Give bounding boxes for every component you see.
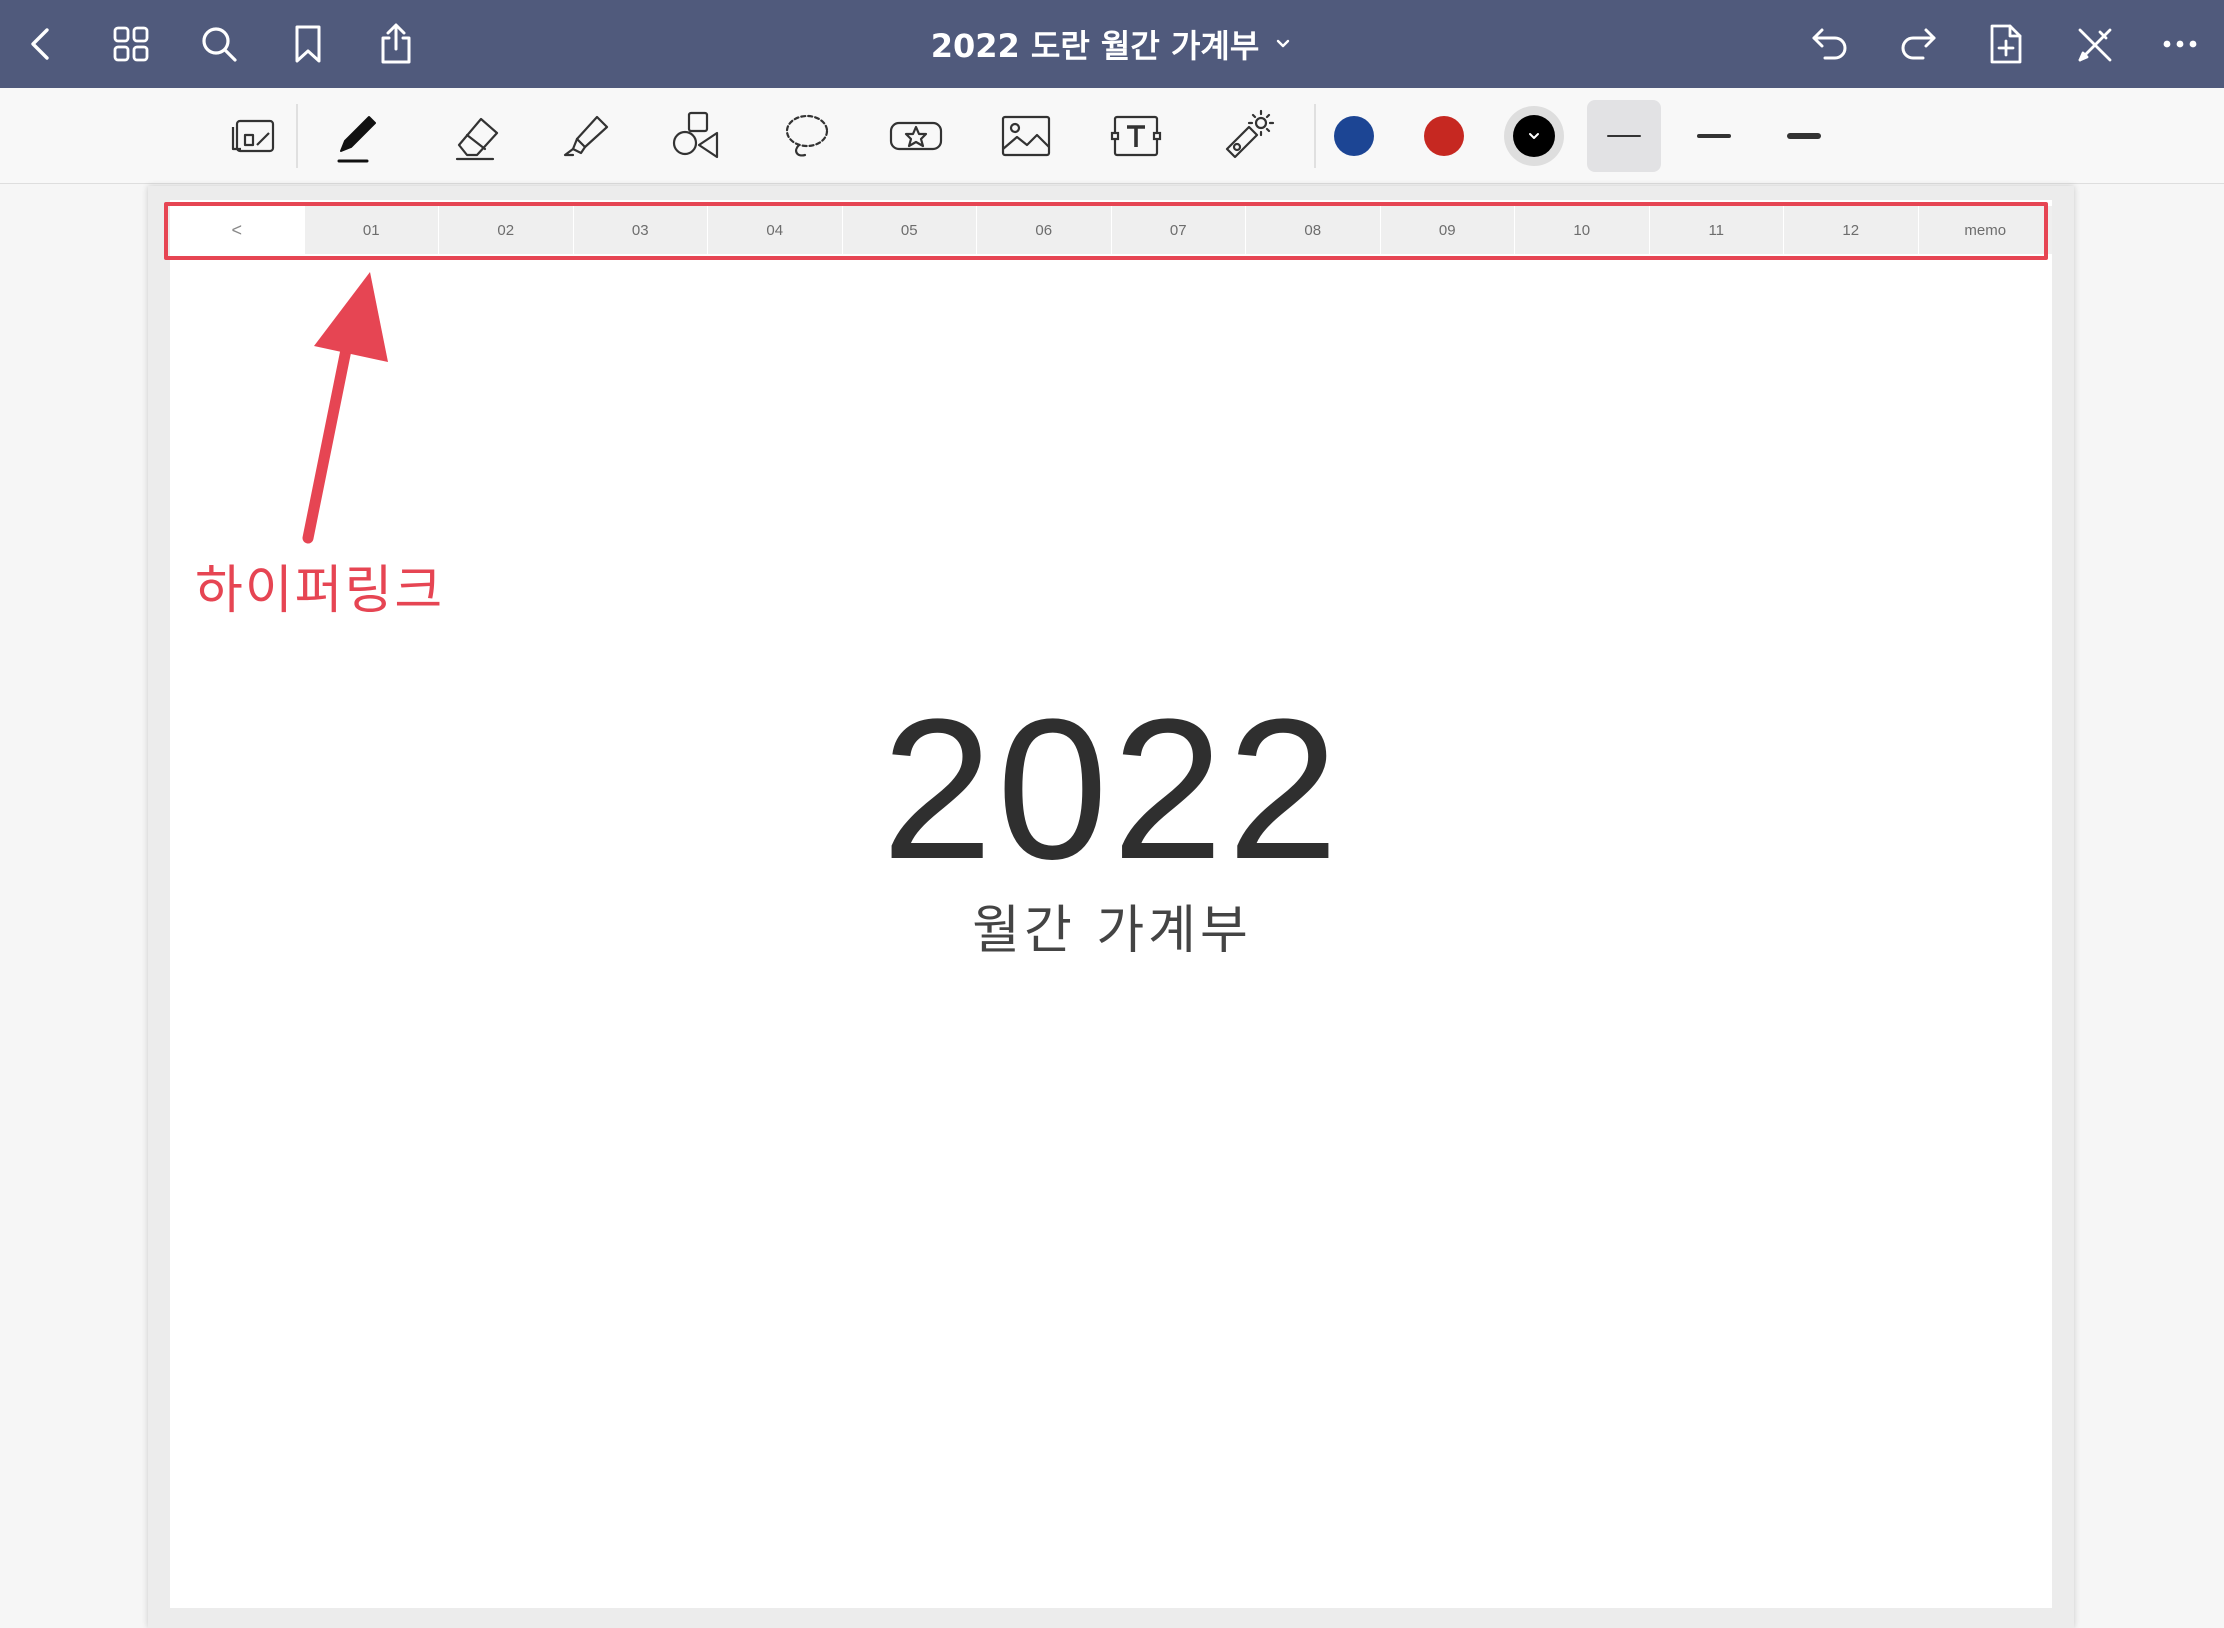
tab-month-02[interactable]: 02 bbox=[439, 206, 574, 254]
tab-month-12[interactable]: 12 bbox=[1784, 206, 1919, 254]
pen-icon bbox=[337, 116, 376, 163]
thumbnails-button[interactable] bbox=[101, 14, 161, 74]
color-swatch-black-selected[interactable] bbox=[1496, 98, 1572, 174]
tab-month-03[interactable]: 03 bbox=[573, 206, 708, 254]
more-button[interactable] bbox=[2150, 14, 2210, 74]
pen-gesture-button[interactable] bbox=[2064, 14, 2124, 74]
text-box-tool[interactable] bbox=[1098, 98, 1174, 174]
drawing-toolbar bbox=[0, 88, 2224, 213]
sticker-tool[interactable] bbox=[878, 98, 954, 174]
tab-month-06[interactable]: 06 bbox=[977, 206, 1112, 254]
tab-back[interactable]: < bbox=[170, 206, 305, 254]
color-swatch-blue[interactable] bbox=[1316, 98, 1392, 174]
image-icon bbox=[1001, 115, 1051, 157]
tab-month-08[interactable]: 08 bbox=[1246, 206, 1381, 254]
more-icon bbox=[2163, 40, 2197, 48]
stroke-width-thin[interactable] bbox=[1587, 100, 1661, 172]
color-swatch-fill bbox=[1424, 116, 1464, 156]
tab-month-10[interactable]: 10 bbox=[1515, 206, 1650, 254]
tab-memo[interactable]: memo bbox=[1918, 206, 2052, 254]
app-window: 2022 도란 월간 가계부 < 01 02 03 04 05 06 07 08… bbox=[0, 0, 2224, 1628]
image-tool[interactable] bbox=[988, 98, 1064, 174]
search-icon bbox=[202, 27, 237, 62]
toolbar-divider bbox=[296, 104, 298, 168]
undo-icon bbox=[1812, 28, 1847, 60]
top-navigation-bar: 2022 도란 월간 가계부 bbox=[0, 0, 2224, 88]
stroke-width-medium[interactable] bbox=[1677, 100, 1751, 172]
tab-month-09[interactable]: 09 bbox=[1380, 206, 1515, 254]
annotation-label: 하이퍼링크 bbox=[195, 561, 445, 621]
document-title[interactable]: 2022 도란 월간 가계부 bbox=[931, 21, 1260, 67]
stroke-sample-line bbox=[1697, 134, 1731, 138]
chevron-down-icon bbox=[1529, 133, 1539, 139]
sticker-icon bbox=[889, 121, 943, 151]
share-button[interactable] bbox=[366, 14, 426, 74]
bookmark-button[interactable] bbox=[278, 14, 338, 74]
color-swatch-fill bbox=[1513, 115, 1555, 157]
add-page-icon bbox=[1990, 24, 2022, 64]
stroke-sample-line bbox=[1607, 135, 1641, 137]
undo-button[interactable] bbox=[1800, 14, 1860, 74]
tab-month-07[interactable]: 07 bbox=[1111, 206, 1246, 254]
tab-month-01[interactable]: 01 bbox=[304, 206, 439, 254]
redo-button[interactable] bbox=[1888, 14, 1948, 74]
page-view-icon bbox=[231, 119, 275, 153]
month-tab-bar: < 01 02 03 04 05 06 07 08 09 10 11 12 me… bbox=[170, 206, 2052, 254]
back-icon bbox=[31, 28, 49, 60]
share-icon bbox=[381, 23, 411, 64]
text-box-icon bbox=[1110, 115, 1162, 157]
eraser-icon bbox=[455, 117, 499, 161]
search-button[interactable] bbox=[189, 14, 249, 74]
grid-icon bbox=[113, 26, 149, 62]
highlighter-tool[interactable] bbox=[548, 98, 624, 174]
shapes-tool[interactable] bbox=[658, 98, 734, 174]
selected-color-ring bbox=[1504, 106, 1564, 166]
highlighter-icon bbox=[563, 115, 609, 157]
pen-off-icon bbox=[2078, 28, 2112, 62]
tab-month-05[interactable]: 05 bbox=[842, 206, 977, 254]
eraser-tool[interactable] bbox=[438, 98, 514, 174]
redo-icon bbox=[1901, 28, 1936, 60]
color-swatch-fill bbox=[1334, 116, 1374, 156]
lasso-tool[interactable] bbox=[768, 98, 844, 174]
stroke-sample-line bbox=[1787, 133, 1821, 139]
cover-subtitle: 월간 가계부 bbox=[972, 901, 1252, 961]
shapes-icon bbox=[672, 111, 719, 159]
color-swatch-red[interactable] bbox=[1406, 98, 1482, 174]
cover-year: 2022 bbox=[881, 678, 1343, 901]
lasso-icon bbox=[785, 114, 829, 157]
tab-month-04[interactable]: 04 bbox=[708, 206, 843, 254]
tab-month-11[interactable]: 11 bbox=[1649, 206, 1784, 254]
page-view-tool[interactable] bbox=[216, 98, 292, 174]
bookmark-icon bbox=[295, 25, 321, 63]
add-page-button[interactable] bbox=[1976, 14, 2036, 74]
laser-pointer-tool[interactable] bbox=[1208, 98, 1284, 174]
pen-tool[interactable] bbox=[320, 98, 396, 174]
back-button[interactable] bbox=[12, 14, 72, 74]
chevron-down-icon[interactable] bbox=[1273, 34, 1293, 54]
stroke-width-thick[interactable] bbox=[1767, 100, 1841, 172]
laser-pointer-icon bbox=[1225, 109, 1275, 159]
